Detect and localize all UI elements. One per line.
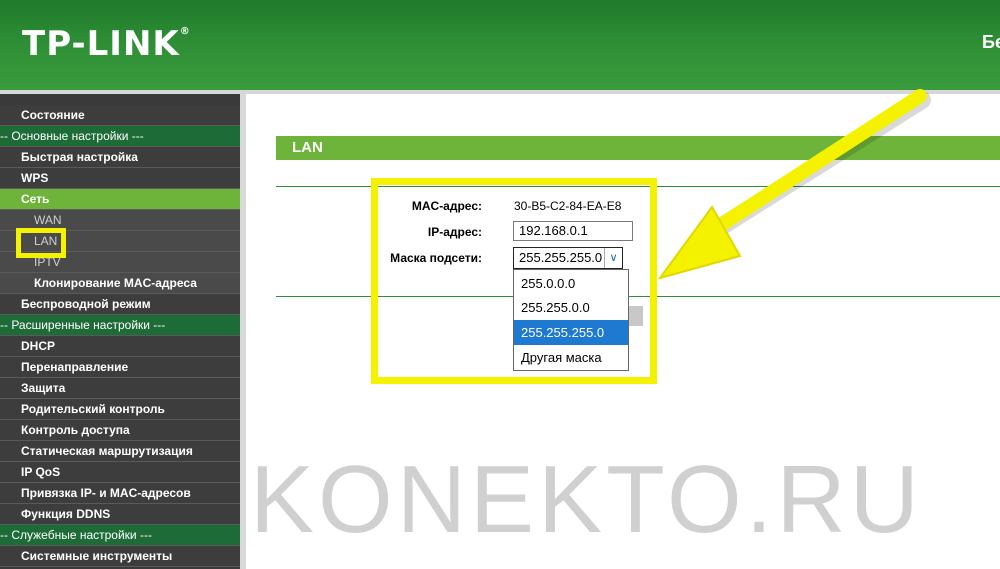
sidebar-item[interactable]: IP QoS xyxy=(0,462,240,483)
registered-mark: ® xyxy=(179,26,191,37)
sidebar-item[interactable]: Клонирование MAC-адреса xyxy=(0,273,240,294)
header-bar: TP-LINK® Бе xyxy=(0,0,1000,90)
yellow-highlight-frame xyxy=(371,178,657,384)
logo-text: TP-LINK xyxy=(22,24,180,64)
sidebar-item[interactable]: Быстрая настройка xyxy=(0,147,240,168)
tp-link-logo: TP-LINK® xyxy=(22,24,191,64)
sidebar-item[interactable]: Статическая маршрутизация xyxy=(0,441,240,462)
sidebar-item[interactable]: Перенаправление xyxy=(0,357,240,378)
sidebar-item[interactable]: Беспроводной режим xyxy=(0,294,240,315)
header-right-text: Бе xyxy=(982,32,1000,52)
sidebar-item[interactable]: Функция DDNS xyxy=(0,504,240,525)
sidebar-section-header: -- Основные настройки --- xyxy=(0,126,240,147)
sidebar-item[interactable]: Родительский контроль xyxy=(0,399,240,420)
sidebar-item[interactable]: Контроль доступа xyxy=(0,420,240,441)
sidebar-item[interactable]: Привязка IP- и MAC-адресов xyxy=(0,483,240,504)
lan-highlight-box xyxy=(16,228,66,258)
sidebar-section-header: -- Расширенные настройки --- xyxy=(0,315,240,336)
sidebar-item[interactable]: WPS xyxy=(0,168,240,189)
sidebar-item[interactable]: DHCP xyxy=(0,336,240,357)
sidebar-item[interactable]: Защита xyxy=(0,378,240,399)
watermark: KONEKTO.RU xyxy=(250,446,923,553)
sidebar-item[interactable]: Сеть xyxy=(0,189,240,210)
section-title-bar: LAN xyxy=(276,136,1000,160)
sidebar-item[interactable]: Системные инструменты xyxy=(0,546,240,567)
sidebar-section-header: -- Служебные настройки --- xyxy=(0,525,240,546)
sidebar-item[interactable]: Состояние xyxy=(0,105,240,126)
